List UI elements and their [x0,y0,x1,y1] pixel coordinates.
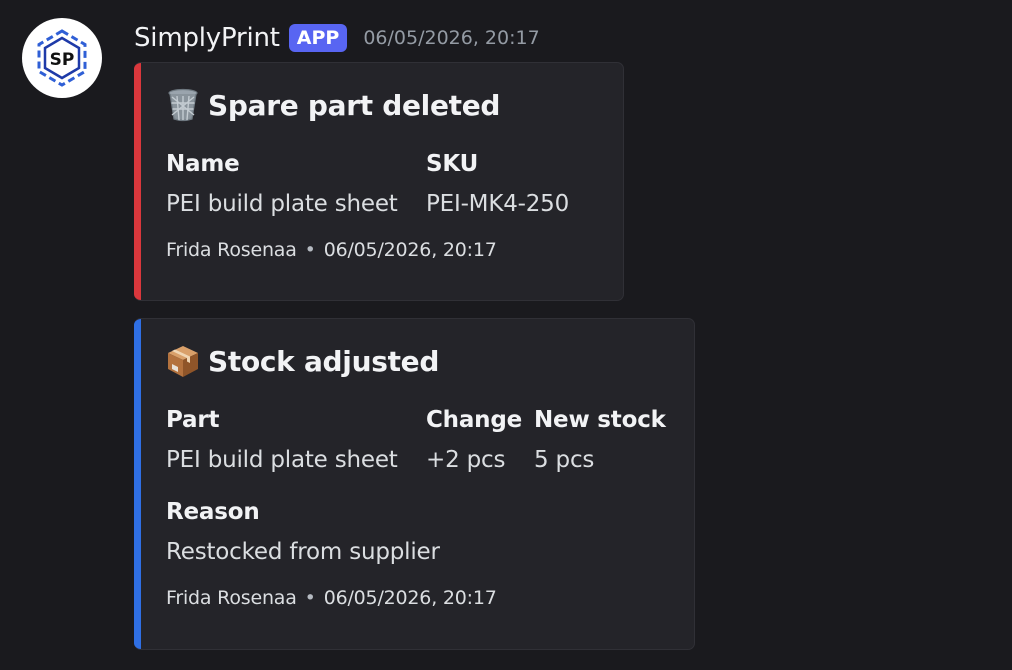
field-value: PEI build plate sheet [166,191,398,217]
field-value: PEI-MK4-250 [426,191,570,217]
simplyprint-logo-icon: SP [37,29,87,87]
footer-separator: • [304,239,316,261]
embed-title: Stock adjusted [166,343,439,379]
embed-title: Spare part deleted [166,87,500,123]
username[interactable]: SimplyPrint [134,23,280,53]
field-label: New stock [534,407,666,433]
embed-color-bar [134,63,141,300]
message: SP SimplyPrint APP 06/05/2026, 20:17 Spa… [0,0,1012,670]
field-new-stock: New stock 5 pcs [534,405,666,475]
app-badge: APP [288,24,348,52]
field-value: PEI build plate sheet [166,447,398,473]
field-value: Restocked from supplier [166,539,440,565]
embed-title-text: Spare part deleted [208,88,501,122]
field-label: Part [166,407,220,433]
field-reason: Reason Restocked from supplier [166,497,440,567]
field-change: Change +2 pcs [426,405,522,475]
avatar-initials: SP [50,50,75,70]
embed-color-bar [134,319,141,649]
field-name: Name PEI build plate sheet [166,149,398,219]
embed-title-text: Stock adjusted [208,344,440,378]
footer-author: Frida Rosenaa [166,587,297,609]
field-value: 5 pcs [534,447,595,473]
field-label: Name [166,151,240,177]
footer-timestamp: 06/05/2026, 20:17 [323,587,497,609]
field-label: Reason [166,499,260,525]
embed-footer: Frida Rosenaa • 06/05/2026, 20:17 [166,239,497,261]
message-timestamp[interactable]: 06/05/2026, 20:17 [363,27,539,49]
field-label: Change [426,407,523,433]
footer-timestamp: 06/05/2026, 20:17 [323,239,497,261]
field-part: Part PEI build plate sheet [166,405,398,475]
embed-stock-adjusted: Stock adjusted Part PEI build plate shee… [134,318,695,650]
field-sku: SKU PEI-MK4-250 [426,149,569,219]
avatar[interactable]: SP [22,18,102,98]
message-header: SimplyPrint APP 06/05/2026, 20:17 [134,20,540,56]
footer-separator: • [304,587,316,609]
wastebasket-icon [166,87,200,123]
footer-author: Frida Rosenaa [166,239,297,261]
package-icon [166,343,200,379]
field-value: +2 pcs [426,447,506,473]
field-label: SKU [426,151,479,177]
embed-spare-part-deleted: Spare part deleted Name PEI build plate … [134,62,624,301]
embed-footer: Frida Rosenaa • 06/05/2026, 20:17 [166,587,497,609]
